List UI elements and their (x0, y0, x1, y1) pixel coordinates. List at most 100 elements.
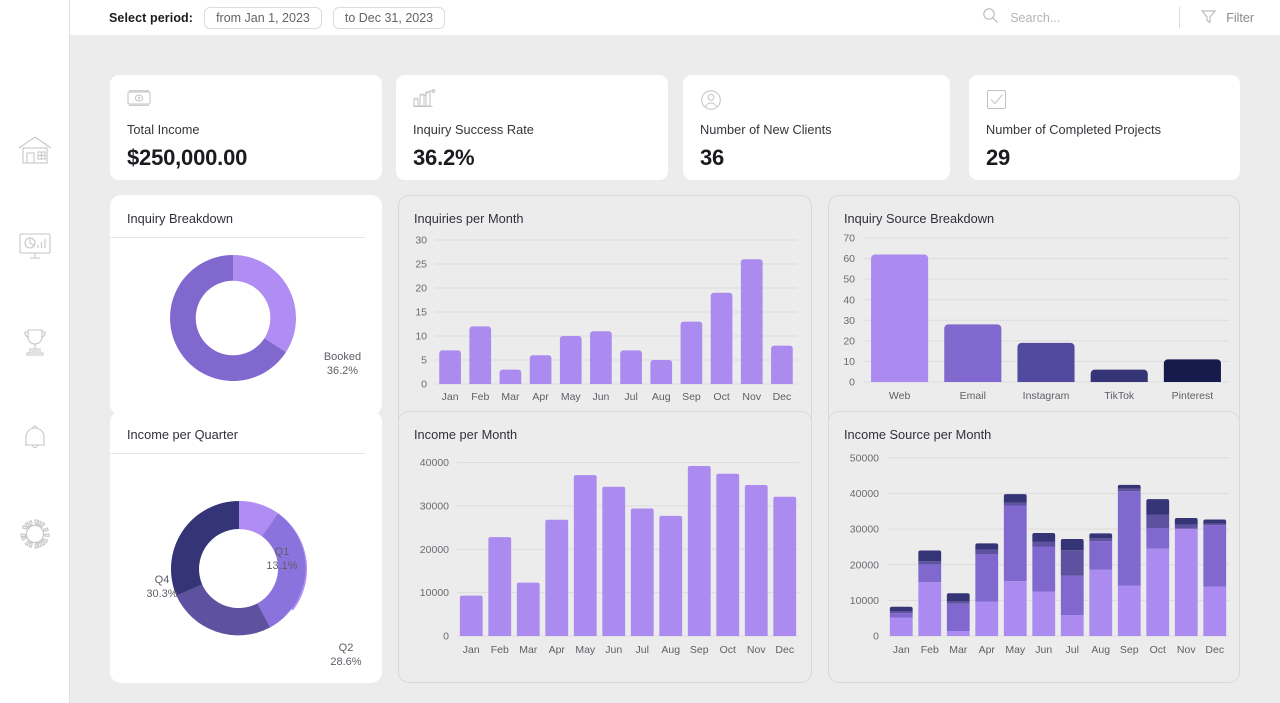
bar[interactable] (602, 486, 626, 636)
bar[interactable] (716, 473, 740, 636)
bar-segment[interactable] (918, 550, 942, 562)
bar-segment[interactable] (975, 554, 999, 602)
bar-segment[interactable] (1203, 523, 1227, 526)
bar-segment[interactable] (1089, 569, 1113, 636)
bar-segment[interactable] (1146, 499, 1170, 515)
bar-segment[interactable] (1060, 614, 1084, 636)
bar[interactable] (871, 254, 929, 382)
panel-title: Inquiries per Month (414, 211, 524, 226)
bar[interactable] (573, 475, 597, 636)
bar-segment[interactable] (1060, 575, 1084, 615)
bar-segment[interactable] (975, 549, 999, 555)
bar[interactable] (439, 350, 461, 384)
income-per-month-chart[interactable]: 0 10000 20000 30000 40000 Jan Feb Mar Apr May Jun J… (399, 442, 811, 670)
bar[interactable] (659, 515, 683, 636)
date-from-field[interactable]: from Jan 1, 2023 (204, 6, 322, 29)
bar-segment[interactable] (889, 613, 913, 618)
inquiries-per-month-chart[interactable]: 0 5 10 15 20 25 30 Jan Feb Mar Apr May Jun Jul Aug Sep O… (399, 226, 811, 416)
bar-segment[interactable] (918, 561, 942, 565)
kpi-value: 36.2% (413, 145, 475, 170)
bar-segment[interactable] (1032, 591, 1056, 636)
bar-segment[interactable] (1003, 505, 1027, 582)
bar[interactable] (687, 465, 711, 636)
bar[interactable] (740, 259, 763, 384)
kpi-title: Number of New Clients (700, 122, 832, 137)
bar-segment[interactable] (1089, 538, 1113, 542)
bar[interactable] (771, 345, 793, 384)
bar-segment[interactable] (1174, 518, 1198, 525)
sidebar-item-home[interactable] (15, 130, 55, 170)
bar-segment[interactable] (918, 564, 942, 583)
bar[interactable] (1090, 369, 1148, 382)
bar[interactable] (469, 326, 492, 384)
bar-segment[interactable] (946, 631, 970, 636)
bar[interactable] (710, 292, 733, 384)
sidebar-item-dashboard[interactable] (15, 226, 55, 266)
income-source-per-month-chart[interactable]: 0 10000 20000 30000 40000 50000 Jan Feb Mar Apr Ma… (829, 442, 1239, 670)
y-axis-tick: 10000 (850, 595, 879, 607)
bar-segment[interactable] (1032, 532, 1056, 542)
bar-segment[interactable] (1089, 541, 1113, 570)
bar[interactable] (459, 595, 483, 636)
bar-segment[interactable] (946, 601, 970, 604)
bar-segment[interactable] (889, 611, 913, 614)
bar-segment[interactable] (1089, 533, 1113, 539)
bar-segment[interactable] (946, 603, 970, 632)
bar-segment[interactable] (1117, 491, 1141, 586)
bar[interactable] (620, 350, 642, 384)
bar[interactable] (559, 336, 582, 384)
y-axis-tick: 5 (421, 355, 427, 367)
bar[interactable] (1017, 342, 1075, 382)
bar[interactable] (744, 485, 768, 636)
bar-segment[interactable] (1117, 484, 1141, 489)
bar-segment[interactable] (1003, 494, 1027, 503)
bar-segment[interactable] (1174, 528, 1198, 636)
bar[interactable] (680, 321, 703, 384)
bar-segment[interactable] (975, 601, 999, 636)
sidebar-item-trophy[interactable] (15, 322, 55, 362)
bar[interactable] (650, 360, 673, 384)
bar[interactable] (529, 355, 552, 384)
search-box[interactable] (982, 7, 1176, 29)
bar[interactable] (516, 582, 540, 636)
bar[interactable] (488, 537, 512, 636)
bar-segment[interactable] (1203, 525, 1227, 587)
bar-segment[interactable] (1203, 586, 1227, 636)
bar-segment[interactable] (1060, 550, 1084, 576)
bar-segment[interactable] (975, 543, 999, 550)
bar[interactable] (944, 324, 1002, 382)
search-input[interactable] (1010, 10, 1176, 25)
bar[interactable] (630, 508, 654, 636)
bar-segment[interactable] (1003, 502, 1027, 506)
bar-segment[interactable] (1203, 519, 1227, 524)
bar-segment[interactable] (918, 582, 942, 636)
bar-segment[interactable] (1146, 548, 1170, 636)
y-axis-tick: 50 (843, 274, 855, 286)
bar-segment[interactable] (1146, 528, 1170, 549)
sidebar-item-notifications[interactable] (15, 418, 55, 458)
filter-button[interactable]: Filter (1200, 8, 1254, 28)
sidebar-item-settings[interactable] (15, 514, 55, 554)
donut-slice-booked[interactable] (233, 255, 297, 353)
bar-segment[interactable] (1003, 581, 1027, 636)
y-axis-tick: 0 (849, 377, 855, 389)
x-axis-label: Sep (1120, 644, 1139, 656)
bar-segment[interactable] (889, 617, 913, 636)
bar-segment[interactable] (1117, 488, 1141, 492)
bar-segment[interactable] (1032, 546, 1056, 592)
bar-segment[interactable] (1146, 514, 1170, 528)
bar[interactable] (773, 496, 797, 636)
bar-segment[interactable] (946, 593, 970, 602)
bar-segment[interactable] (1117, 585, 1141, 636)
bar[interactable] (545, 519, 569, 636)
bar-segment[interactable] (1174, 524, 1198, 529)
bar-segment[interactable] (1032, 541, 1056, 547)
bar[interactable] (499, 369, 522, 384)
bar[interactable] (1163, 359, 1221, 382)
date-to-field[interactable]: to Dec 31, 2023 (332, 6, 446, 29)
x-axis-label: Dec (1205, 644, 1224, 656)
bar-segment[interactable] (1060, 539, 1084, 551)
inquiry-source-breakdown-chart[interactable]: 0 10 20 30 40 50 60 70 Web Email Instagram TikTok Pi… (829, 226, 1239, 416)
bar-segment[interactable] (889, 606, 913, 612)
bar[interactable] (590, 331, 612, 384)
